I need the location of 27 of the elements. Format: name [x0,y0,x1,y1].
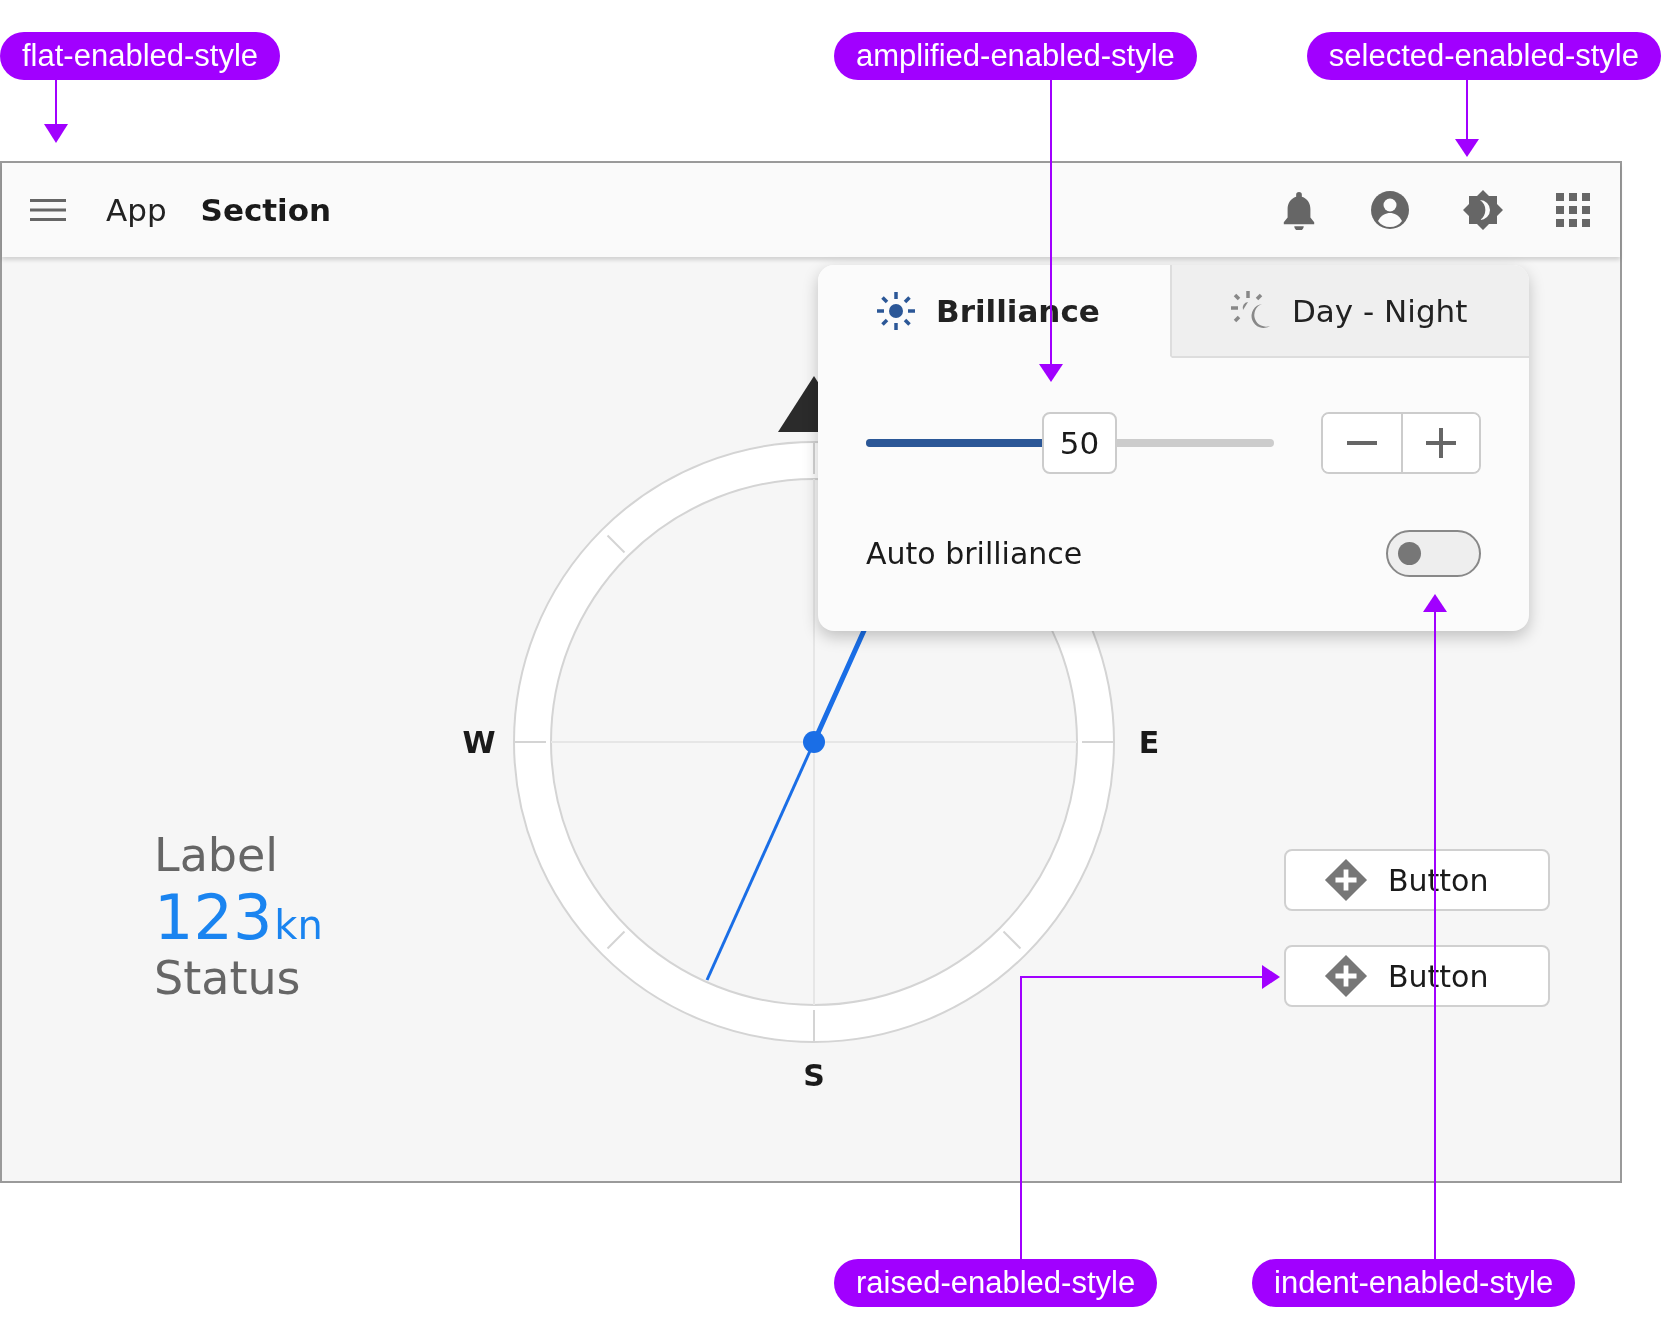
menu-icon[interactable] [30,198,66,222]
brightness-icon[interactable] [1462,189,1504,231]
plus-icon [1426,428,1456,458]
annotation-label: flat-enabled-style [0,32,281,80]
popup-tab[interactable]: Day - Night [1172,265,1529,358]
diamond-plus-icon [1324,954,1368,998]
minus-icon [1347,441,1377,445]
readout-status: Status [154,949,302,1007]
annotation-arrow [44,79,68,143]
readout-unit: kn [274,900,323,950]
slider-thumb[interactable]: 50 [1042,412,1118,474]
increase-button[interactable] [1401,414,1479,472]
annotation-label: indent-enabled-style [1252,1259,1576,1307]
diamond-plus-icon [1324,858,1368,902]
auto-brilliance-label: Auto brilliance [866,536,1083,571]
sun-icon [876,290,916,331]
readout-label: Label [154,827,280,884]
auto-brilliance-toggle[interactable] [1386,530,1481,577]
apps-grid-icon[interactable] [1556,193,1590,227]
brilliance-slider[interactable]: 50 [847,412,1293,474]
readout-value: 123 [154,884,273,950]
annotation-label: raised-enabled-style [834,1259,1158,1307]
app-title: App [106,192,167,228]
annotation-label: selected-enabled-style [1306,32,1661,80]
section-title: Section [200,192,332,228]
account-icon[interactable] [1370,190,1410,230]
annotation-label: amplified-enabled-style [834,32,1197,80]
